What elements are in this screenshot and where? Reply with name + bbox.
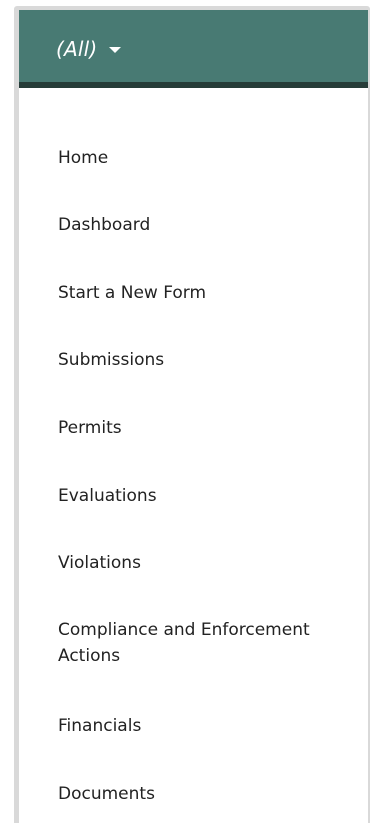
filter-label: (All) [56, 37, 98, 61]
nav-item-submissions[interactable]: Submissions [58, 347, 164, 373]
nav-item-permits[interactable]: Permits [58, 415, 122, 441]
nav-item-violations[interactable]: Violations [58, 550, 141, 576]
nav-item-financials[interactable]: Financials [58, 713, 141, 739]
nav-item-home[interactable]: Home [58, 145, 108, 171]
nav-item-dashboard[interactable]: Dashboard [58, 212, 150, 238]
filter-dropdown[interactable]: (All) [56, 34, 122, 64]
nav-item-start-new-form[interactable]: Start a New Form [58, 280, 206, 306]
nav-item-evaluations[interactable]: Evaluations [58, 483, 157, 509]
side-menu-panel: (All) Home Dashboard Start a New Form Su… [19, 10, 368, 823]
menu-header: (All) [19, 10, 368, 88]
nav-item-documents[interactable]: Documents [58, 781, 155, 807]
caret-down-icon [109, 47, 122, 53]
nav-item-compliance-enforcement[interactable]: Compliance and Enforcement Actions [58, 617, 318, 669]
